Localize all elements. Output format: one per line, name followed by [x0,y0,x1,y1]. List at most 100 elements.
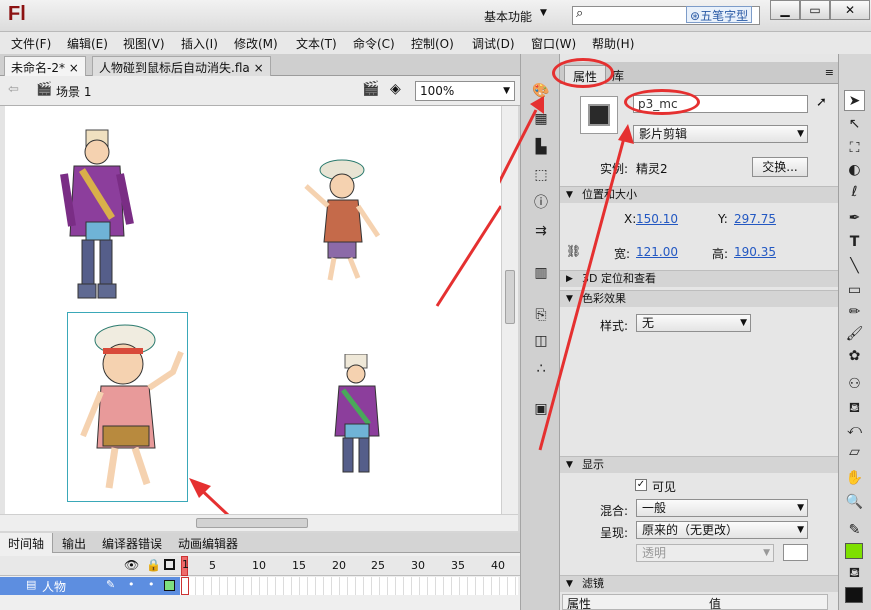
layer-name[interactable]: 人物 [42,578,66,595]
menu-insert[interactable]: 插入(I) [181,35,218,52]
paint-bucket-tool-icon[interactable]: ⛾ [844,398,865,419]
line-tool-icon[interactable]: ╲ [844,256,865,277]
lasso-tool-icon[interactable]: ℓ [844,182,865,203]
frame-number: 20 [332,559,346,572]
stroke-color-swatch[interactable] [845,587,863,603]
chevron-down-icon: ▼ [797,503,804,513]
stage[interactable] [5,106,501,514]
annotation-arrows-panel [500,96,634,451]
selection-tool-icon[interactable]: ➤ [844,90,865,111]
hand-tool-icon[interactable]: ✋ [844,468,865,489]
stroke-color-icon[interactable]: ✎ [844,520,865,541]
blend-select[interactable]: 一般 ▼ [636,499,808,517]
frame-track[interactable] [180,577,518,595]
layer-icon: ▤ [26,578,37,591]
app-logo: Fl [8,3,26,25]
document-tabs: 未命名-2* × 人物碰到鼠标后自动消失.fla × [0,54,520,76]
fill-bucket-icon[interactable]: ⛾ [844,563,865,584]
frame-number: 10 [252,559,266,572]
menu-edit[interactable]: 编辑(E) [67,35,108,52]
eyedropper-tool-icon[interactable]: ⤺ [844,420,865,441]
background-color-swatch [783,544,808,561]
outline-icon[interactable] [164,559,175,570]
lock-dot-icon[interactable]: • [148,578,155,591]
render-select[interactable]: 原来的（无更改） ▼ [636,521,808,539]
close-button[interactable]: ✕ [830,0,870,20]
visible-checkbox[interactable]: ✓ [635,479,647,491]
outline-swatch[interactable] [164,580,175,591]
doc-tab-label: 未命名-2* [11,61,65,75]
menu-modify[interactable]: 修改(M) [234,35,278,52]
doc-tab-fla[interactable]: 人物碰到鼠标后自动消失.fla × [92,56,271,76]
text-tool-icon[interactable]: T [844,232,865,253]
pencil-icon[interactable]: ✎ [106,578,115,591]
layer-row[interactable]: ▤ 人物 ✎ • • [0,577,180,595]
frame-number: 30 [411,559,425,572]
eye-icon[interactable]: 👁 [124,558,139,572]
close-icon[interactable]: × [69,61,79,75]
chevron-down-icon: ▼ [763,548,770,558]
scene-bar: ⇦ 🎬 场景 1 🎬 ◈ 100% ▼ [0,76,520,106]
height-label: 高: [712,247,729,261]
height-value[interactable]: 190.35 [734,245,776,259]
section-title: 滤镜 [582,577,604,590]
tab-motion-editor[interactable]: 动画编辑器 [178,535,238,552]
keyframe[interactable] [181,577,189,595]
brush-tool-icon[interactable]: 🖌 [844,324,865,345]
menu-text[interactable]: 文本(T) [296,35,337,52]
maximize-button[interactable]: ▭ [800,0,830,20]
scene-clapper-icon: 🎬 [36,82,53,97]
frame-number: 5 [209,559,216,572]
bone-tool-icon[interactable]: ⚇ [844,374,865,395]
deco-tool-icon[interactable]: ✿ [844,346,865,367]
3d-rotation-tool-icon[interactable]: ◐ [844,160,865,181]
frame-number: 25 [371,559,385,572]
subselection-tool-icon[interactable]: ↖ [844,114,865,135]
filter-column-value: 值 [709,597,722,610]
chevron-down-icon[interactable]: ▼ [540,8,547,18]
menu-help[interactable]: 帮助(H) [592,35,634,52]
workspace-switcher[interactable]: 基本功能 [484,8,532,25]
chevron-down-icon: ▼ [740,318,747,328]
panel-menu-icon[interactable]: ≡ [825,66,834,79]
menu-bar: 文件(F) 编辑(E) 视图(V) 插入(I) 修改(M) 文本(T) 命令(C… [0,32,871,54]
stage-horizontal-scrollbar[interactable] [0,514,518,531]
tab-timeline[interactable]: 时间轴 [0,533,54,553]
doc-tab-untitled[interactable]: 未命名-2* × [4,56,86,76]
menu-control[interactable]: 控制(O) [411,35,454,52]
menu-view[interactable]: 视图(V) [123,35,165,52]
menu-debug[interactable]: 调试(D) [472,35,515,52]
filters-section[interactable]: ▼ 滤镜 [560,575,838,592]
close-icon[interactable]: × [254,61,264,75]
edit-scene-icon[interactable]: 🎬 [362,81,379,97]
free-transform-tool-icon[interactable]: ⛶ [844,138,865,159]
ime-label: 五笔字型 [700,9,749,23]
transparent-select: 透明 ▼ [636,544,774,562]
timeline-header: 👁 🔒 1 5 10 15 20 25 30 35 40 [0,556,520,576]
pen-tool-icon[interactable]: ✒ [844,208,865,229]
render-label: 呈现: [600,526,629,540]
eraser-tool-icon[interactable]: ▱ [844,442,865,463]
rectangle-tool-icon[interactable]: ▭ [844,280,865,301]
y-value[interactable]: 297.75 [734,212,776,226]
menu-window[interactable]: 窗口(W) [531,35,576,52]
scene-label: 场景 1 [56,85,92,99]
scroll-thumb[interactable] [196,518,308,528]
back-arrow-icon[interactable]: ⇦ [8,82,19,97]
menu-file[interactable]: 文件(F) [11,35,51,52]
fill-color-swatch[interactable] [845,543,863,559]
tab-output[interactable]: 输出 [62,535,86,552]
doc-tab-label: 人物碰到鼠标后自动消失.fla [99,61,250,75]
tab-compiler-errors[interactable]: 编译器错误 [102,535,162,552]
menu-commands[interactable]: 命令(C) [353,35,395,52]
minimize-button[interactable]: ▁ [770,0,800,20]
edit-arrow-icon[interactable]: ➚ [816,95,827,110]
pencil-tool-icon[interactable]: ✏ [844,302,865,323]
zoom-tool-icon[interactable]: 🔍 [844,492,865,513]
swap-button[interactable]: 交换... [752,157,808,177]
blend-label: 混合: [600,504,629,518]
filters-table-header: 属性 值 [562,594,828,610]
lock-icon[interactable]: 🔒 [146,558,161,572]
visibility-dot-icon[interactable]: • [128,578,135,591]
edit-symbols-icon[interactable]: ◈ [390,81,401,97]
